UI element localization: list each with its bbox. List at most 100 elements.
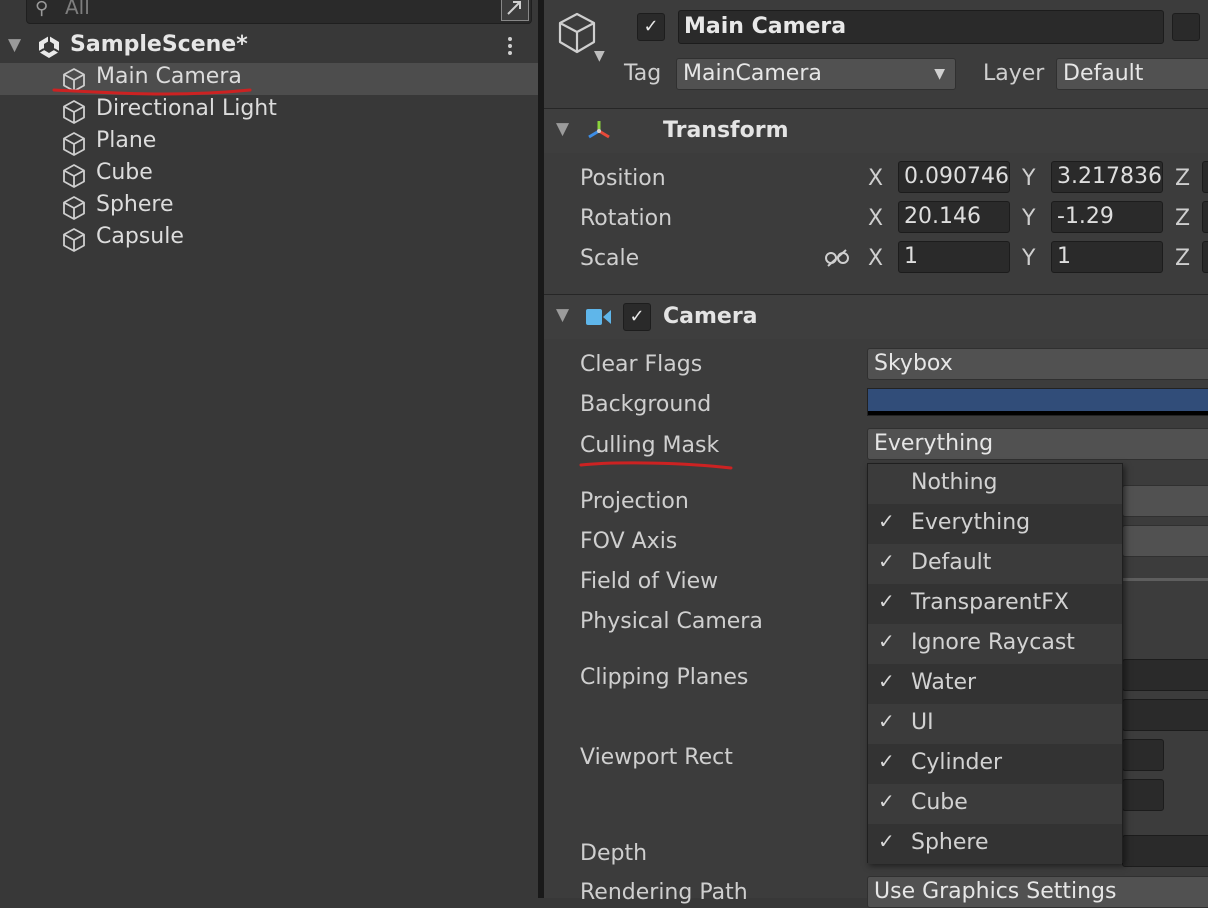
culling-mask-option[interactable]: ✓ UI: [868, 704, 1122, 744]
culling-mask-option-label: Cylinder: [911, 750, 1003, 775]
hierarchy-item-label: Cube: [96, 160, 153, 185]
scale-z-label[interactable]: Z: [1175, 246, 1190, 271]
tag-dropdown[interactable]: MainCamera ▼: [676, 58, 956, 90]
static-checkbox[interactable]: [1172, 13, 1200, 41]
search-placeholder: All: [65, 0, 90, 19]
checkmark-icon: ✓: [878, 589, 895, 613]
hierarchy-item[interactable]: Capsule: [0, 223, 538, 255]
culling-mask-option[interactable]: ✓ Everything: [868, 504, 1122, 544]
layer-value: Default: [1063, 61, 1144, 86]
hierarchy-item[interactable]: Cube: [0, 159, 538, 191]
checkmark-icon: ✓: [878, 549, 895, 573]
culling-mask-option-label: UI: [911, 710, 934, 735]
culling-mask-option-label: Nothing: [911, 470, 998, 495]
search-icon: ⚲: [35, 0, 49, 19]
far-clip-field[interactable]: [1122, 699, 1208, 731]
layer-label: Layer: [983, 61, 1045, 86]
depth-field[interactable]: [1122, 835, 1208, 867]
culling-mask-option[interactable]: ✓ Cylinder: [868, 744, 1122, 784]
position-y-field[interactable]: 3.217836: [1051, 161, 1163, 193]
culling-mask-option-label: Water: [911, 670, 977, 695]
culling-mask-option-label: Ignore Raycast: [911, 630, 1075, 655]
rotation-y-label[interactable]: Y: [1022, 206, 1035, 231]
rotation-z-field[interactable]: [1202, 201, 1208, 233]
scale-z-field[interactable]: [1202, 241, 1208, 273]
camera-enabled-checkbox[interactable]: ✓: [623, 303, 651, 331]
fov-axis-dropdown[interactable]: [1122, 525, 1208, 557]
annotation-underline: [579, 461, 733, 470]
scale-x-field[interactable]: 1: [898, 241, 1010, 273]
background-color-field[interactable]: [867, 388, 1208, 416]
culling-mask-option[interactable]: ✓ TransparentFX: [868, 584, 1122, 624]
checkmark-icon: ✓: [878, 829, 895, 853]
foldout-arrow-icon[interactable]: ▼: [556, 305, 569, 325]
constrain-proportions-icon[interactable]: [824, 248, 852, 274]
checkmark-icon: ✓: [878, 709, 895, 733]
chevron-down-icon: ▼: [934, 66, 945, 82]
culling-mask-option-label: Default: [911, 550, 992, 575]
culling-mask-popup: Nothing ✓ Everything ✓ Default ✓ TransparentFX…: [867, 463, 1123, 864]
viewport-x-field[interactable]: [1122, 739, 1164, 771]
object-name-field[interactable]: Main Camera: [678, 10, 1164, 44]
field-of-view-label: Field of View: [580, 569, 719, 594]
checkmark-icon: ✓: [878, 789, 895, 813]
clipping-planes-label: Clipping Planes: [580, 665, 749, 690]
clear-flags-dropdown[interactable]: Skybox: [867, 348, 1208, 380]
position-x-label[interactable]: X: [868, 166, 883, 191]
hierarchy-item[interactable]: Plane: [0, 127, 538, 159]
checkmark-icon: ✓: [878, 669, 895, 693]
culling-mask-label: Culling Mask: [580, 433, 720, 458]
hierarchy-item-label: Plane: [96, 128, 157, 153]
scale-y-label[interactable]: Y: [1022, 246, 1035, 271]
scale-y-field[interactable]: 1: [1051, 241, 1163, 273]
position-z-label[interactable]: Z: [1175, 166, 1190, 191]
culling-mask-option-label: Everything: [911, 510, 1031, 535]
annotation-underline: [52, 88, 252, 96]
tag-value: MainCamera: [683, 61, 822, 86]
culling-mask-option-label: TransparentFX: [911, 590, 1069, 615]
projection-dropdown[interactable]: [1122, 485, 1208, 517]
rotation-x-label[interactable]: X: [868, 206, 883, 231]
clear-flags-label: Clear Flags: [580, 352, 703, 377]
foldout-arrow-icon[interactable]: ▼: [556, 119, 569, 139]
position-y-label[interactable]: Y: [1022, 166, 1035, 191]
culling-mask-dropdown[interactable]: Everything: [867, 428, 1208, 460]
near-clip-field[interactable]: [1122, 659, 1208, 691]
icon-dropdown-arrow-icon[interactable]: ▼: [594, 48, 605, 64]
active-checkbox[interactable]: ✓: [637, 13, 665, 41]
camera-header[interactable]: ▼ ✓ Camera: [544, 294, 1208, 339]
checkmark-icon: ✓: [878, 509, 895, 533]
layer-dropdown[interactable]: Default: [1056, 58, 1208, 90]
scale-label: Scale: [580, 246, 640, 271]
physical-camera-label: Physical Camera: [580, 609, 763, 634]
culling-mask-option[interactable]: ✓ Default: [868, 544, 1122, 584]
rotation-label: Rotation: [580, 206, 673, 231]
camera-component-icon: [584, 307, 614, 333]
checkmark-icon: ✓: [878, 749, 895, 773]
checkmark-icon: ✓: [878, 629, 895, 653]
rotation-x-field[interactable]: 20.146: [898, 201, 1010, 233]
position-z-field[interactable]: [1202, 161, 1208, 193]
foldout-arrow-icon[interactable]: ▼: [8, 35, 21, 55]
transform-header[interactable]: ▼ Transform: [544, 108, 1208, 153]
viewport-w-field[interactable]: [1122, 779, 1164, 811]
rendering-path-dropdown[interactable]: Use Graphics Settings: [867, 876, 1208, 908]
unity-scene-icon: [36, 34, 62, 66]
depth-label: Depth: [580, 841, 648, 866]
viewport-rect-label: Viewport Rect: [580, 745, 733, 770]
rotation-z-label[interactable]: Z: [1175, 206, 1190, 231]
expand-window-icon[interactable]: [501, 0, 529, 21]
culling-mask-option[interactable]: ✓ Water: [868, 664, 1122, 704]
position-x-field[interactable]: 0.090746: [898, 161, 1010, 193]
hierarchy-item[interactable]: Sphere: [0, 191, 538, 223]
culling-mask-option[interactable]: ✓ Cube: [868, 784, 1122, 824]
hierarchy-search-input[interactable]: ⚲ All: [26, 0, 532, 24]
culling-mask-option[interactable]: ✓ Ignore Raycast: [868, 624, 1122, 664]
rotation-y-field[interactable]: -1.29: [1051, 201, 1163, 233]
scene-row[interactable]: ▼ SampleScene*: [0, 32, 538, 62]
scene-menu-icon[interactable]: [508, 34, 518, 58]
scale-x-label[interactable]: X: [868, 246, 883, 271]
culling-mask-option[interactable]: ✓ Sphere: [868, 824, 1122, 864]
culling-mask-option[interactable]: Nothing: [868, 464, 1122, 504]
field-of-view-slider[interactable]: [1122, 578, 1208, 581]
